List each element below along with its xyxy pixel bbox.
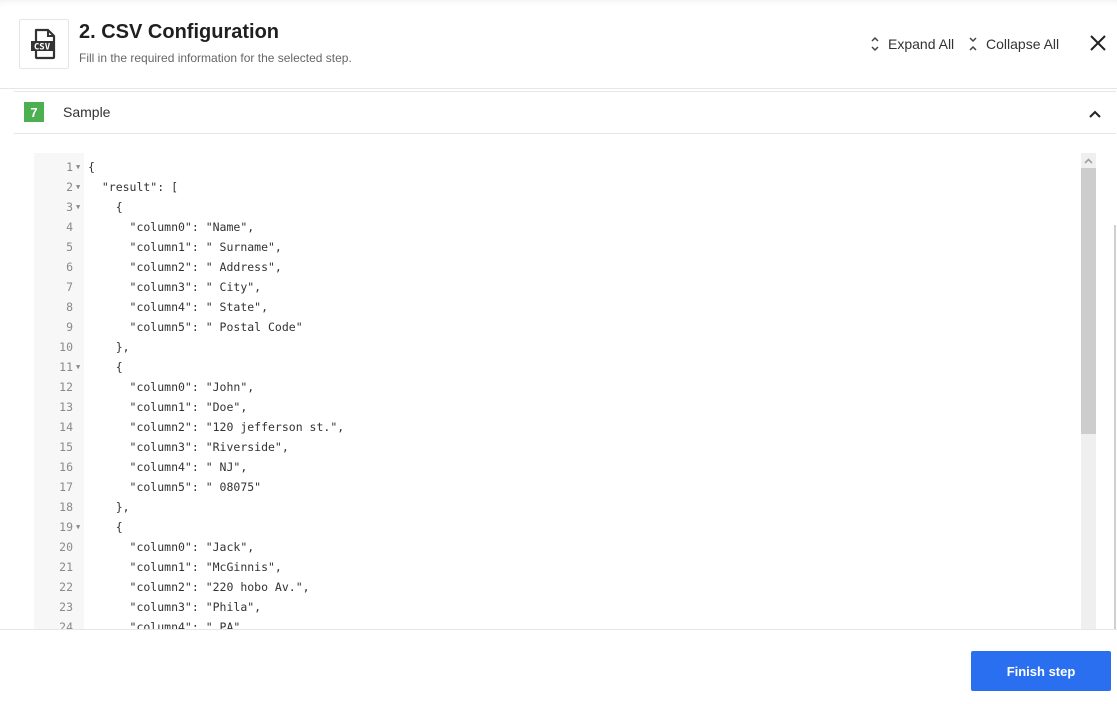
code-text: "column3": "Riverside",	[88, 440, 289, 454]
code-text: {	[88, 200, 123, 214]
expand-all-label: Expand All	[888, 36, 955, 52]
code-text: {	[88, 520, 123, 534]
collapse-all-label: Collapse All	[986, 36, 1060, 52]
code-text: "column2": "220 hobo Av.",	[88, 580, 310, 594]
svg-text:CSV: CSV	[34, 43, 51, 53]
step-footer: Finish step	[0, 629, 1117, 704]
line-number: 10	[59, 340, 73, 354]
section-title: Sample	[63, 104, 111, 120]
json-code-editor[interactable]: 1 ▼{2 ▼ "result": [3 ▼ {4 "column0": "Name"…	[34, 153, 1096, 629]
expand-icon	[871, 36, 879, 52]
chevron-up-icon	[1089, 110, 1101, 118]
line-number: 6	[66, 260, 73, 274]
expand-all-button[interactable]: Expand All	[870, 34, 954, 54]
code-text: "column3": " City",	[88, 280, 262, 294]
code-text: },	[88, 500, 130, 514]
line-number: 11	[59, 360, 73, 374]
line-number: 18	[59, 500, 73, 514]
fold-toggle-icon[interactable]: ▼	[76, 517, 80, 537]
line-number: 21	[59, 560, 73, 574]
section-sample-header[interactable]: 7 Sample	[14, 91, 1116, 134]
line-number: 16	[59, 460, 73, 474]
code-text: "column2": "120 jefferson st.",	[88, 420, 345, 434]
code-text: {	[88, 160, 95, 174]
line-number: 17	[59, 480, 73, 494]
code-text: "column1": "McGinnis",	[88, 560, 282, 574]
section-collapse-toggle[interactable]	[1088, 106, 1102, 118]
line-number: 14	[59, 420, 73, 434]
line-number: 4	[66, 220, 73, 234]
page-scrollbar-thumb[interactable]	[1114, 225, 1116, 630]
line-number: 19	[59, 520, 73, 534]
csv-logo: CSV	[19, 19, 69, 69]
csv-file-icon: CSV	[31, 28, 56, 60]
finish-step-button[interactable]: Finish step	[971, 651, 1111, 691]
code-text: "column1": " Surname",	[88, 240, 282, 254]
fold-toggle-icon[interactable]: ▼	[76, 177, 80, 197]
code-text: "column2": " Address",	[88, 260, 282, 274]
fold-toggle-icon[interactable]: ▼	[76, 357, 80, 377]
fold-toggle-icon[interactable]: ▼	[76, 157, 80, 177]
code-text: "column0": "Jack",	[88, 540, 255, 554]
editor-scrollbar[interactable]	[1081, 153, 1096, 629]
code-text: "column4": " NJ",	[88, 460, 248, 474]
page-subtitle: Fill in the required information for the…	[79, 51, 352, 65]
line-number: 8	[66, 300, 73, 314]
scroll-up-arrow-icon	[1084, 157, 1093, 164]
fold-toggle-icon[interactable]: ▼	[76, 197, 80, 217]
page-title: 2. CSV Configuration	[79, 21, 279, 43]
line-number: 22	[59, 580, 73, 594]
line-number: 13	[59, 400, 73, 414]
code-text: {	[88, 360, 123, 374]
line-number: 3	[66, 200, 73, 214]
line-number: 7	[66, 280, 73, 294]
code-text: "column0": "John",	[88, 380, 255, 394]
line-number: 12	[59, 380, 73, 394]
code-text: "column4": " State",	[88, 300, 269, 314]
line-number: 23	[59, 600, 73, 614]
line-number: 15	[59, 440, 73, 454]
code-text: },	[88, 340, 130, 354]
collapse-icon	[969, 37, 977, 51]
code-text: "column5": " 08075"	[88, 480, 262, 494]
section-number-badge: 7	[24, 102, 44, 122]
code-text: "column1": "Doe",	[88, 400, 248, 414]
close-button[interactable]	[1089, 34, 1107, 52]
code-text: "column4": " PA",	[88, 620, 248, 629]
line-number: 1	[66, 160, 73, 174]
line-number: 20	[59, 540, 73, 554]
code-text: "column3": "Phila",	[88, 600, 262, 614]
code-text: "result": [	[88, 180, 179, 194]
collapse-all-button[interactable]: Collapse All	[968, 34, 1059, 54]
scroll-up-button[interactable]	[1081, 153, 1096, 168]
line-number: 2	[66, 180, 73, 194]
code-text: "column5": " Postal Code"	[88, 320, 303, 334]
line-number: 24	[59, 620, 73, 629]
line-number: 9	[66, 320, 73, 334]
code-text: "column0": "Name",	[88, 220, 255, 234]
close-icon	[1090, 35, 1106, 51]
editor-scrollbar-thumb[interactable]	[1081, 168, 1096, 434]
step-header: CSV 2. CSV Configuration Fill in the req…	[0, 0, 1117, 89]
line-number: 5	[66, 240, 73, 254]
